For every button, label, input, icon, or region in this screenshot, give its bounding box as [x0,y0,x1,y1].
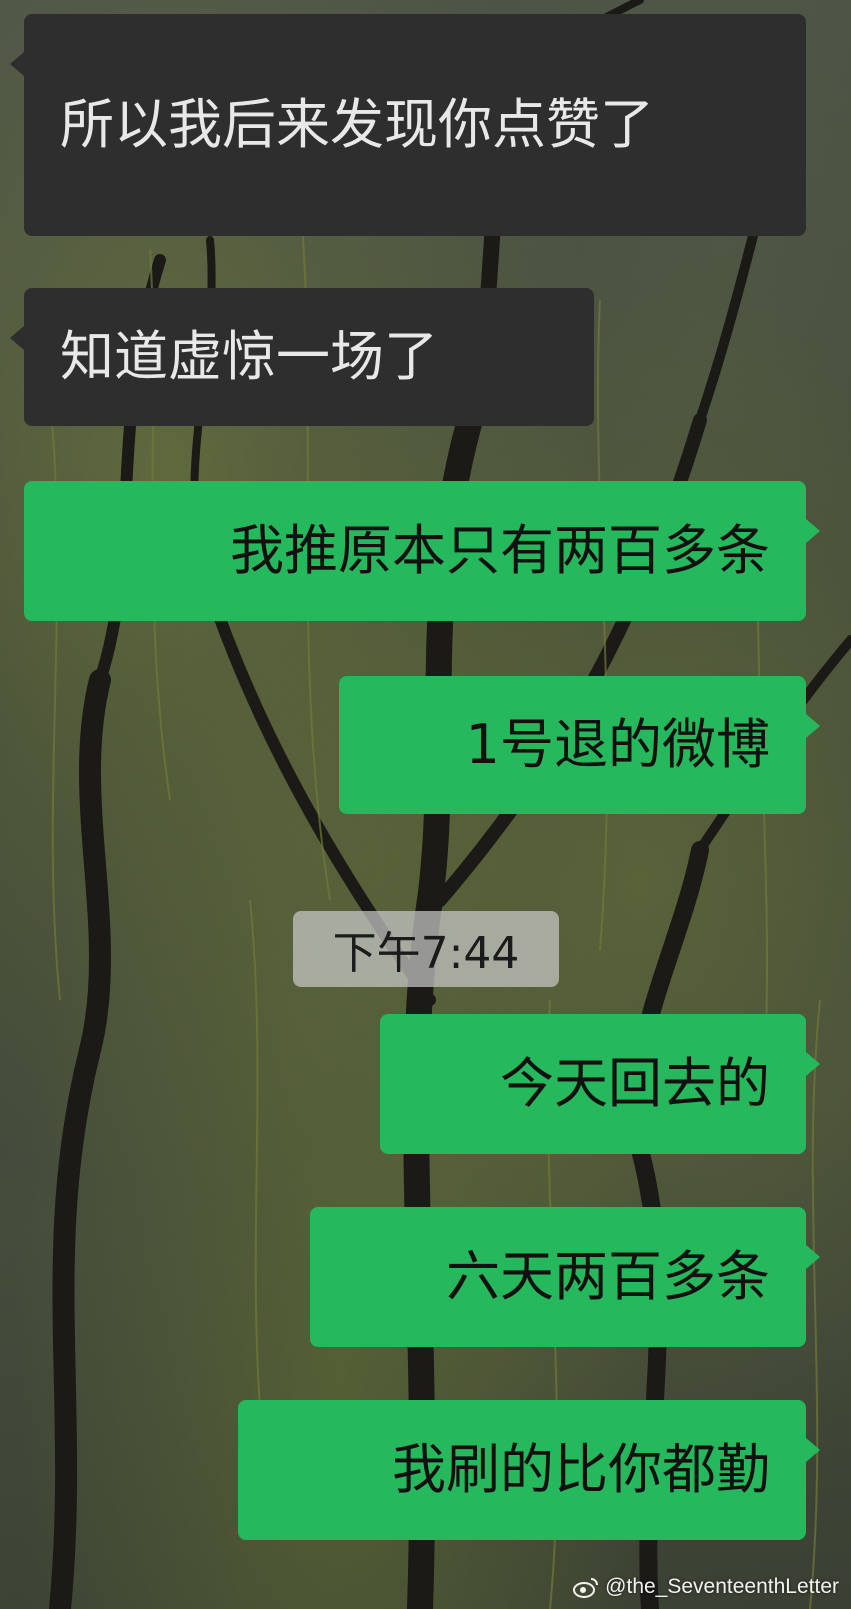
message-text: 今天回去的 [500,1052,770,1115]
watermark-text: @the_SeventeenthLetter [605,1575,839,1598]
message-bubble-incoming[interactable]: 知道虚惊一场了 [10,288,594,426]
message-text: 六天两百多条 [446,1245,770,1308]
bubble-tail [806,1052,820,1076]
bubble-tail [10,52,24,76]
message-text: 1号退的微博 [465,713,770,776]
message-bubble-outgoing[interactable]: 六天两百多条 [310,1207,820,1347]
message-text: 我刷的比你都勤 [392,1438,770,1501]
bubble-tail [806,1438,820,1462]
message-bubble-incoming[interactable]: 所以我后来发现你点赞了 [10,14,806,236]
timestamp-label: 下午7:44 [293,911,559,987]
watermark: @the_SeventeenthLetter [573,1575,839,1599]
message-text: 所以我后来发现你点赞了 [60,93,654,156]
message-text: 知道虚惊一场了 [60,325,438,388]
bubble-tail [806,714,820,738]
message-bubble-outgoing[interactable]: 1号退的微博 [339,676,820,814]
bubble-tail [806,519,820,543]
message-bubble-outgoing[interactable]: 我刷的比你都勤 [238,1400,820,1540]
bubble-tail [806,1245,820,1269]
message-bubble-outgoing[interactable]: 今天回去的 [380,1014,820,1154]
message-bubble-outgoing[interactable]: 我推原本只有两百多条 [24,481,820,621]
message-text: 我推原本只有两百多条 [230,519,770,582]
weibo-icon [573,1578,599,1598]
chat-thread: 所以我后来发现你点赞了 知道虚惊一场了 我推原本只有两百多条 1号退的微博 下午… [0,0,851,1609]
bubble-tail [10,326,24,350]
